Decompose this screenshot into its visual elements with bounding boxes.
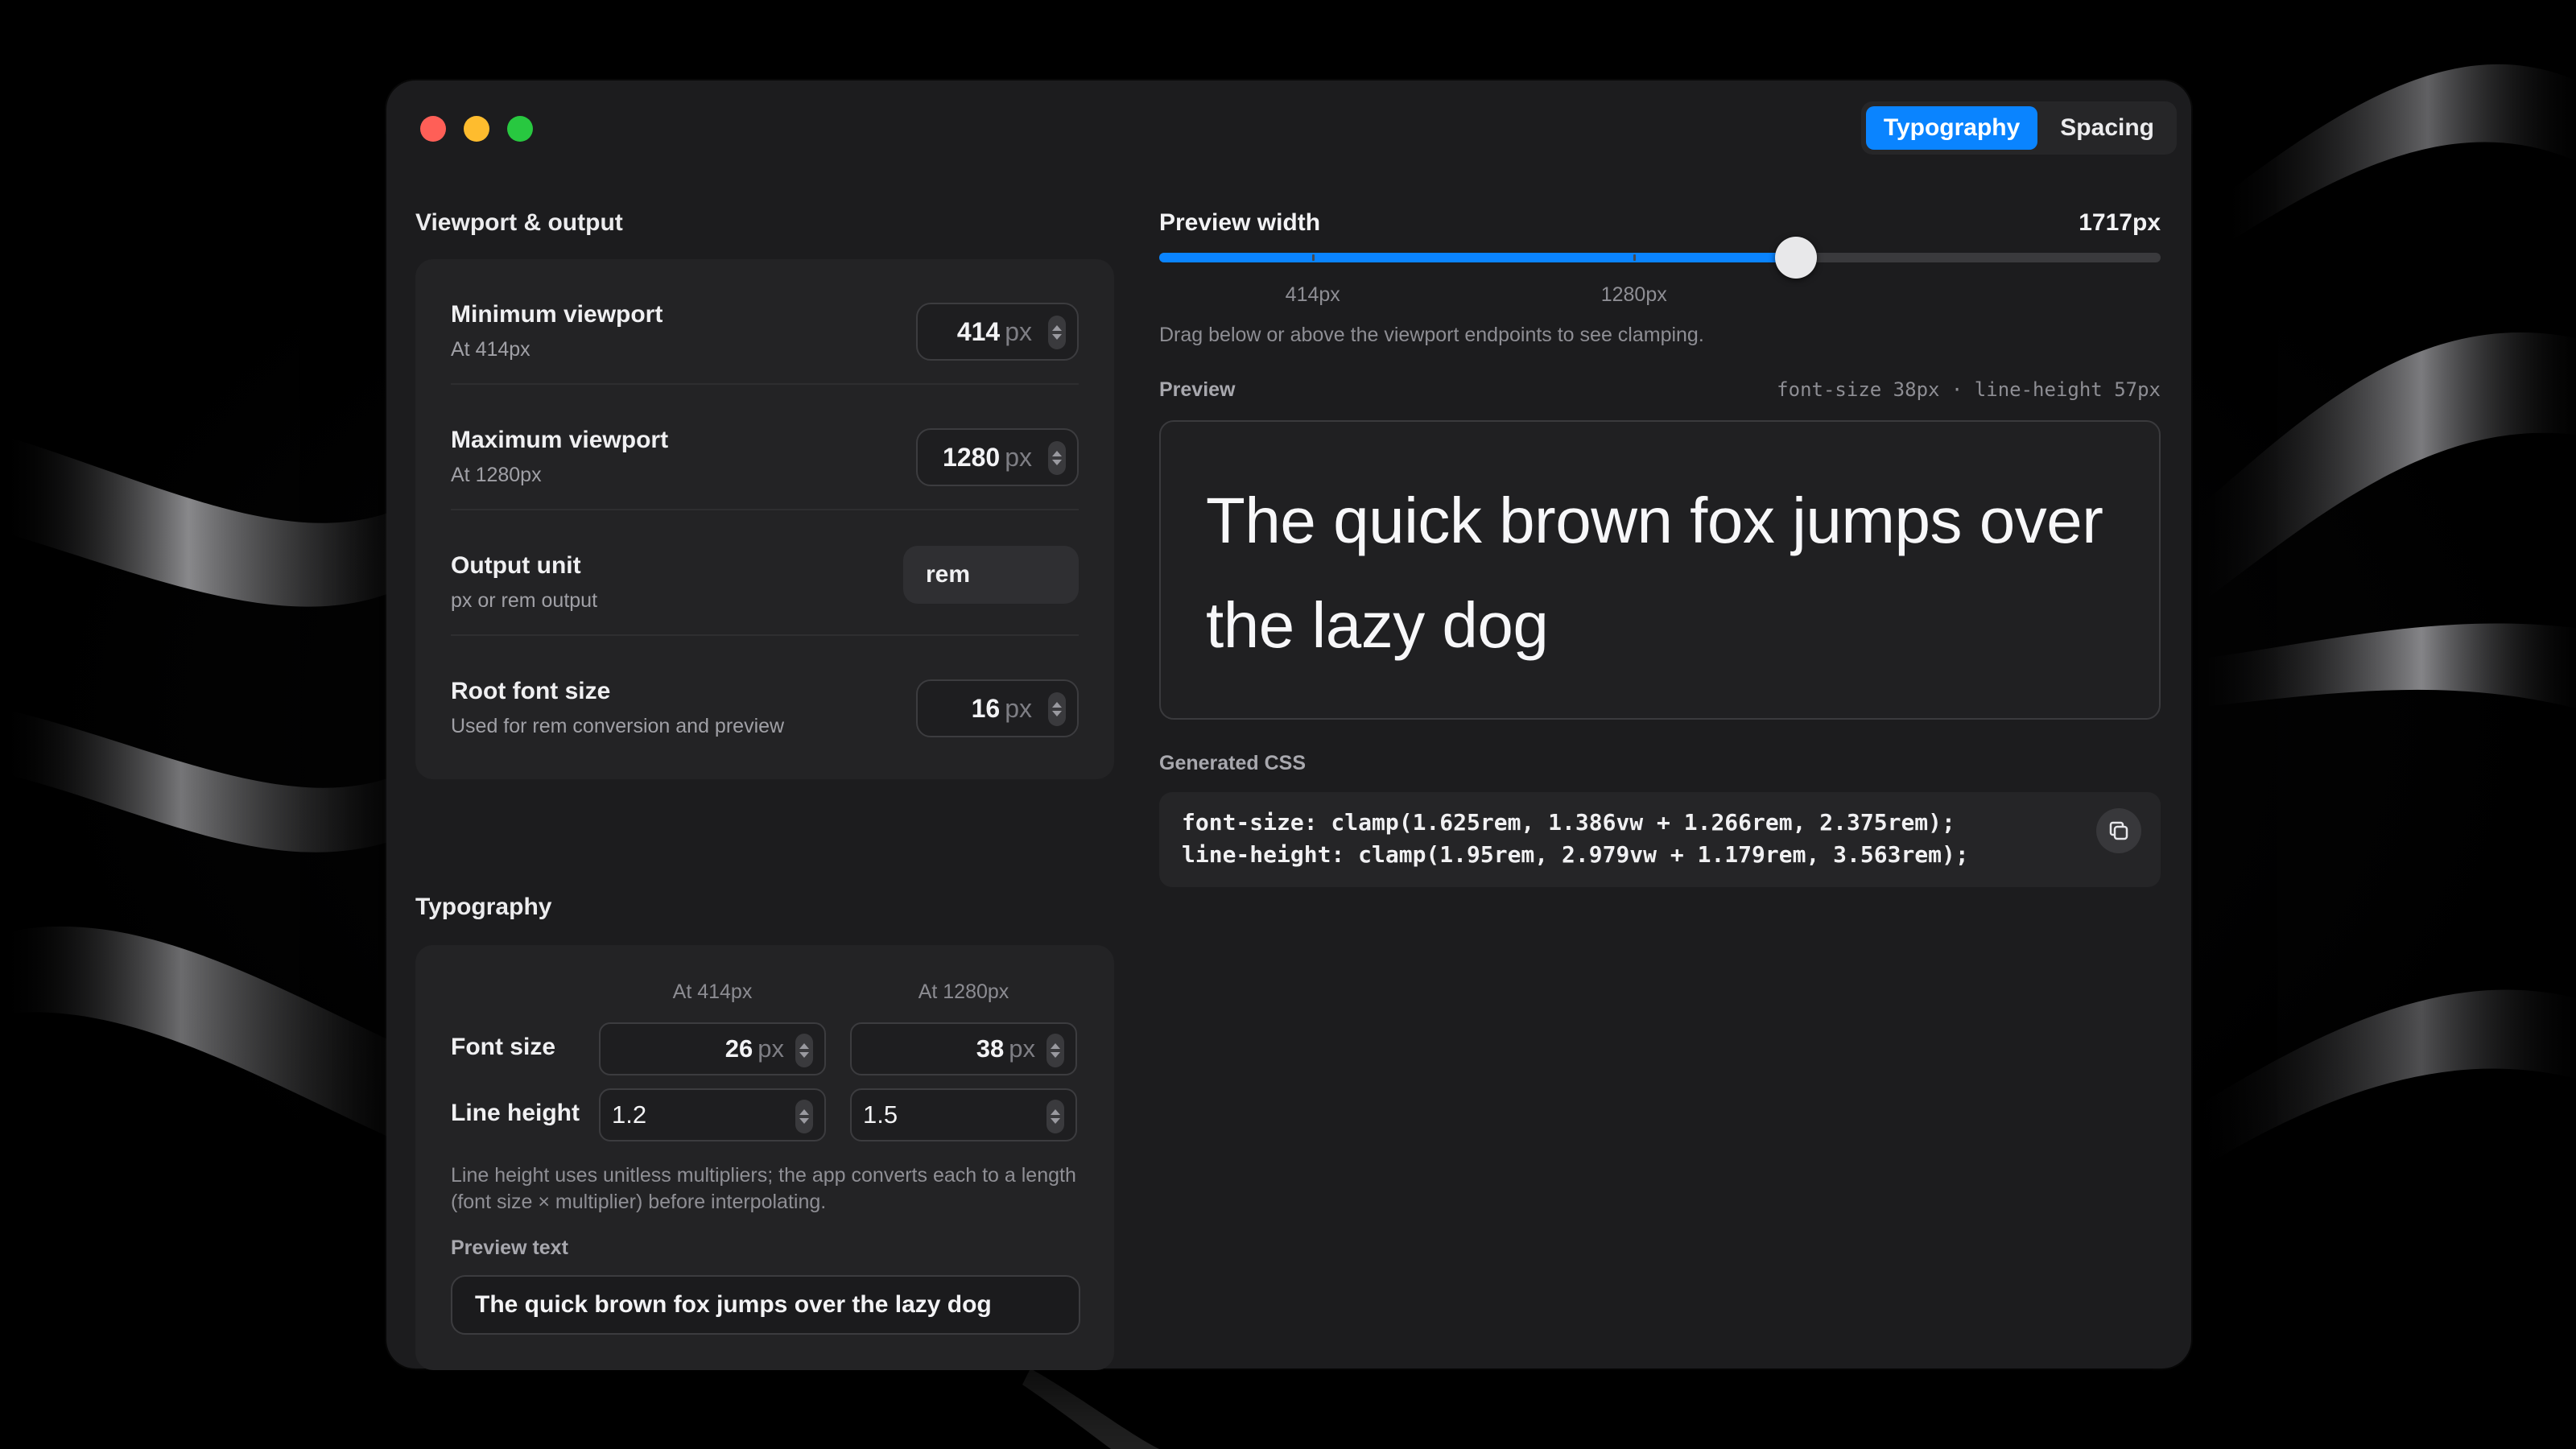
min-viewport-input[interactable]: 414 px	[916, 303, 1079, 361]
root-font-stepper[interactable]	[1048, 692, 1066, 726]
root-font-value: 16	[971, 693, 1001, 723]
close-window-button[interactable]	[420, 116, 446, 142]
root-font-row: Root font size Used for rem conversion a…	[451, 636, 1079, 762]
max-viewport-value: 1280	[943, 442, 1001, 472]
chevron-down-icon	[799, 1052, 809, 1058]
chevron-down-icon	[1051, 1052, 1060, 1058]
slider-mark-max-label: 1280px	[1600, 283, 1667, 306]
font-size-min-stepper[interactable]	[795, 1034, 813, 1067]
copy-button[interactable]	[2096, 808, 2141, 853]
output-unit-row: Output unit px or rem output rem	[451, 510, 1079, 636]
line-height-min-input[interactable]: 1.2	[599, 1088, 826, 1141]
min-viewport-row: Minimum viewport At 414px 414 px	[451, 259, 1079, 385]
maximize-window-button[interactable]	[507, 116, 533, 142]
preview-width-value: 1717px	[2079, 209, 2161, 236]
chevron-up-icon	[1052, 702, 1062, 708]
max-viewport-stepper[interactable]	[1048, 441, 1066, 475]
chevron-down-icon	[1051, 1118, 1060, 1124]
chevron-up-icon	[799, 1043, 809, 1049]
line-height-max-value: 1.5	[863, 1100, 898, 1129]
font-size-max-value: 38	[976, 1034, 1005, 1063]
font-size-max-unit: px	[1009, 1034, 1035, 1063]
window-controls	[420, 116, 533, 142]
chevron-up-icon	[799, 1109, 809, 1115]
line-height-note: Line height uses unitless multipliers; t…	[451, 1164, 1076, 1213]
root-font-input[interactable]: 16 px	[916, 679, 1079, 737]
line-height-min-stepper[interactable]	[795, 1100, 813, 1133]
generated-css-label: Generated CSS	[1159, 752, 1307, 774]
max-viewport-unit: px	[1005, 442, 1032, 472]
line-height-min-value: 1.2	[612, 1100, 647, 1129]
preview-panel: Preview width 1717px 414px 1280px Drag b…	[1159, 80, 2161, 1368]
chevron-up-icon	[1051, 1043, 1060, 1049]
clamping-hint: Drag below or above the viewport endpoin…	[1159, 324, 1704, 346]
typography-card: At 414px At 1280px Font size 26 px 38 px L…	[415, 945, 1114, 1370]
chevron-down-icon	[1052, 711, 1062, 716]
copy-icon	[2109, 821, 2128, 840]
preview-text-input[interactable]: The quick brown fox jumps over the lazy …	[451, 1275, 1080, 1335]
min-viewport-unit: px	[1005, 316, 1032, 346]
line-height-label: Line height	[451, 1100, 580, 1126]
generated-css-block: font-size: clamp(1.625rem, 1.386vw + 1.2…	[1159, 792, 2161, 887]
min-viewport-label: Minimum viewport	[451, 301, 663, 328]
chevron-down-icon	[799, 1118, 809, 1124]
preview-text-label: Preview text	[451, 1236, 568, 1259]
minimize-window-button[interactable]	[464, 116, 489, 142]
app-window: Typography Spacing Viewport & output Min…	[386, 80, 2191, 1370]
preview-box: The quick brown fox jumps over the lazy …	[1159, 420, 2161, 720]
line-height-max-input[interactable]: 1.5	[850, 1088, 1077, 1141]
font-size-max-stepper[interactable]	[1046, 1034, 1064, 1067]
chevron-down-icon	[1052, 460, 1062, 465]
font-size-min-unit: px	[758, 1034, 784, 1063]
slider-thumb[interactable]	[1775, 237, 1818, 279]
output-unit-select[interactable]: rem	[903, 546, 1079, 604]
font-size-max-input[interactable]: 38 px	[850, 1022, 1077, 1075]
css-line-line-height: line-height: clamp(1.95rem, 2.979vw + 1.…	[1182, 841, 1969, 868]
min-viewport-value: 414	[956, 316, 1001, 346]
slider-fill	[1159, 253, 1797, 262]
font-size-label: Font size	[451, 1034, 556, 1060]
output-unit-sub: px or rem output	[451, 589, 598, 612]
chevron-down-icon	[1052, 334, 1062, 340]
preview-width-label: Preview width	[1159, 209, 1321, 236]
css-line-font-size: font-size: clamp(1.625rem, 1.386vw + 1.2…	[1182, 809, 1955, 836]
slider-mark-min-label: 414px	[1285, 283, 1340, 306]
max-viewport-sub: At 1280px	[451, 464, 542, 486]
font-size-min-value: 26	[724, 1034, 753, 1063]
preview-width-slider[interactable]	[1159, 237, 2161, 279]
col-max-header: At 1280px	[918, 980, 1009, 1003]
min-viewport-sub: At 414px	[451, 338, 530, 361]
slider-tick-min	[1311, 254, 1315, 261]
font-size-min-input[interactable]: 26 px	[599, 1022, 826, 1075]
root-font-sub: Used for rem conversion and preview	[451, 715, 785, 737]
typography-section-title: Typography	[415, 894, 552, 920]
max-viewport-row: Maximum viewport At 1280px 1280 px	[451, 385, 1079, 510]
output-unit-label: Output unit	[451, 552, 581, 579]
slider-tick-max	[1633, 254, 1636, 261]
col-min-header: At 414px	[672, 980, 753, 1003]
line-height-max-stepper[interactable]	[1046, 1100, 1064, 1133]
preview-label: Preview	[1159, 378, 1236, 401]
chevron-up-icon	[1051, 1109, 1060, 1115]
max-viewport-input[interactable]: 1280 px	[916, 428, 1079, 486]
chevron-up-icon	[1052, 325, 1062, 331]
viewport-card: Minimum viewport At 414px 414 px Maximum …	[415, 259, 1114, 779]
viewport-section-title: Viewport & output	[415, 209, 623, 236]
min-viewport-stepper[interactable]	[1048, 316, 1066, 349]
preview-sample-text: The quick brown fox jumps over the lazy …	[1206, 485, 2103, 661]
chevron-up-icon	[1052, 451, 1062, 456]
root-font-unit: px	[1005, 693, 1032, 723]
root-font-label: Root font size	[451, 678, 611, 704]
max-viewport-label: Maximum viewport	[451, 427, 669, 453]
preview-meta: font-size 38px · line-height 57px	[1777, 378, 2161, 401]
